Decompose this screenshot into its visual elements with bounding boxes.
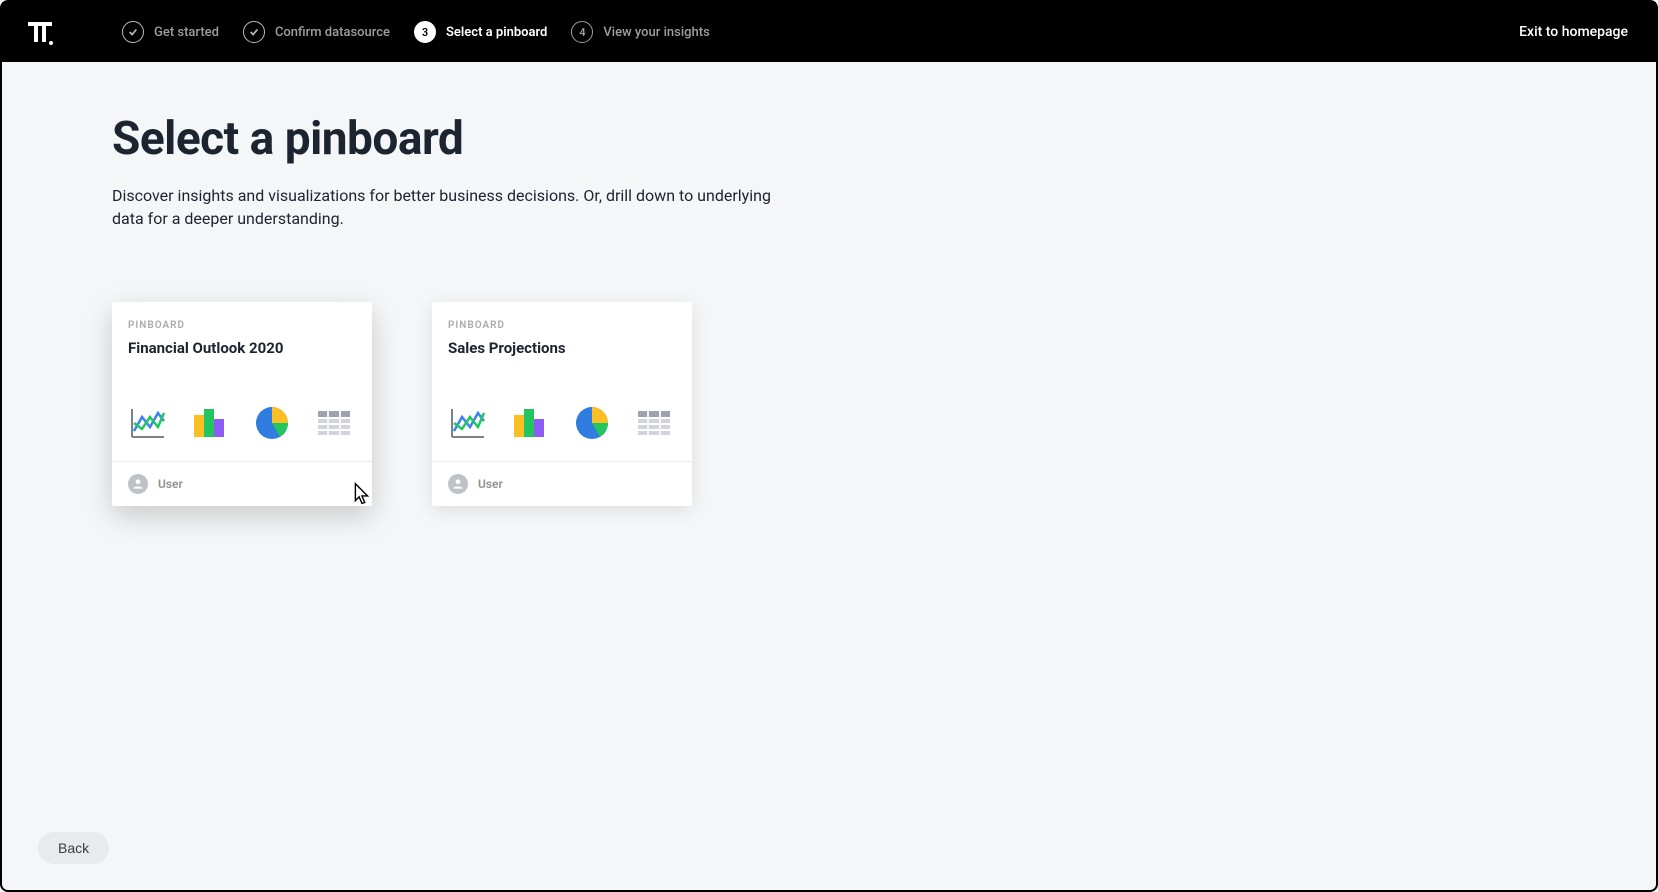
- back-button[interactable]: Back: [38, 832, 109, 864]
- step-label: Confirm datasource: [275, 25, 390, 40]
- wizard-header: Get started Confirm datasource 3 Select …: [2, 2, 1656, 62]
- page-subtitle: Discover insights and visualizations for…: [112, 184, 772, 230]
- table-icon: [634, 403, 674, 443]
- checkmark-icon: [243, 21, 265, 43]
- card-icon-row: [128, 403, 356, 443]
- step-number: 3: [414, 21, 436, 43]
- card-body: PINBOARD Sales Projections: [432, 302, 692, 461]
- step-label: View your insights: [603, 25, 709, 40]
- page-title: Select a pinboard: [112, 112, 1656, 166]
- card-eyebrow: PINBOARD: [448, 320, 676, 331]
- card-user: User: [478, 477, 503, 491]
- step-number: 4: [571, 21, 593, 43]
- step-get-started[interactable]: Get started: [122, 21, 219, 43]
- header-left: Get started Confirm datasource 3 Select …: [26, 18, 710, 46]
- card-body: PINBOARD Financial Outlook 2020: [112, 302, 372, 461]
- step-view-insights[interactable]: 4 View your insights: [571, 21, 709, 43]
- pinboard-card-financial-outlook[interactable]: PINBOARD Financial Outlook 2020: [112, 302, 372, 506]
- pinboard-card-sales-projections[interactable]: PINBOARD Sales Projections: [432, 302, 692, 506]
- step-select-pinboard[interactable]: 3 Select a pinboard: [414, 21, 547, 43]
- line-chart-icon: [448, 403, 488, 443]
- avatar-icon: [448, 474, 468, 494]
- main-content: Select a pinboard Discover insights and …: [2, 62, 1656, 506]
- card-user: User: [158, 477, 183, 491]
- avatar-icon: [128, 474, 148, 494]
- pie-chart-icon: [252, 403, 292, 443]
- checkmark-icon: [122, 21, 144, 43]
- table-icon: [314, 403, 354, 443]
- pie-chart-icon: [572, 403, 612, 443]
- card-icon-row: [448, 403, 676, 443]
- card-footer: User: [432, 461, 692, 506]
- card-title: Financial Outlook 2020: [128, 339, 356, 357]
- step-confirm-datasource[interactable]: Confirm datasource: [243, 21, 390, 43]
- pinboard-cards: PINBOARD Financial Outlook 2020: [112, 302, 1656, 506]
- bar-chart-icon: [190, 403, 230, 443]
- step-label: Get started: [154, 25, 219, 40]
- card-footer: User: [112, 461, 372, 506]
- card-eyebrow: PINBOARD: [128, 320, 356, 331]
- wizard-steps: Get started Confirm datasource 3 Select …: [122, 21, 710, 43]
- card-title: Sales Projections: [448, 339, 676, 357]
- bar-chart-icon: [510, 403, 550, 443]
- line-chart-icon: [128, 403, 168, 443]
- exit-link[interactable]: Exit to homepage: [1519, 24, 1628, 40]
- app-logo[interactable]: [26, 18, 54, 46]
- step-label: Select a pinboard: [446, 25, 547, 40]
